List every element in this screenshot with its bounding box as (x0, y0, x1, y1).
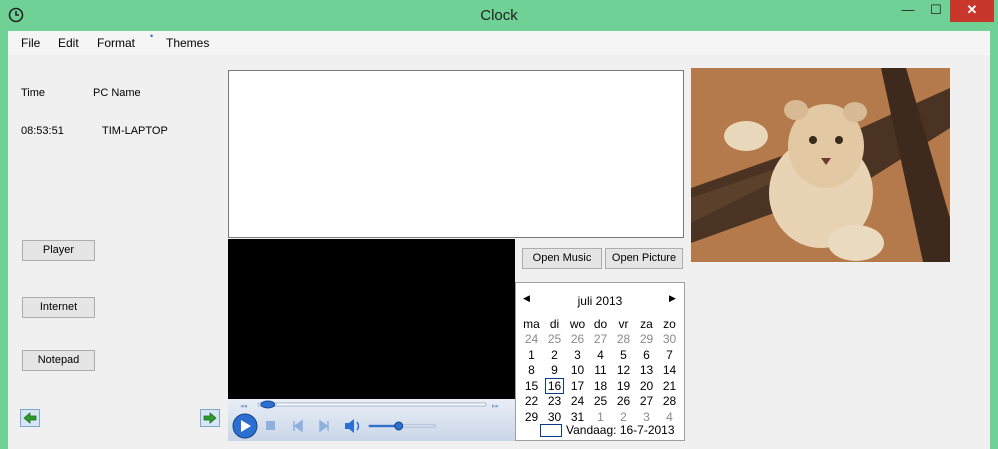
calendar-day[interactable]: 25 (589, 394, 612, 410)
calendar-day[interactable]: 14 (658, 363, 681, 379)
menu-format[interactable]: Format (97, 36, 135, 50)
seek-thumb[interactable] (260, 400, 276, 409)
calendar-day[interactable]: 9 (543, 363, 566, 379)
calendar-day[interactable]: 10 (566, 363, 589, 379)
time-value: 08:53:51 (21, 125, 64, 137)
calendar-day[interactable]: 26 (612, 394, 635, 410)
calendar-day[interactable]: 19 (612, 378, 635, 394)
month-calendar[interactable]: ◀ juli 2013 ▶ ma di wo do vr za zo 24 25 26 27 28 2… (515, 282, 685, 441)
menu-edit[interactable]: Edit (58, 36, 79, 50)
client-area: File Edit Format • Themes Time PC Name 0… (8, 31, 990, 449)
open-music-button[interactable]: Open Music (522, 248, 602, 269)
weekday-2: wo (569, 316, 586, 331)
calendar-week-row: 1234567 (520, 347, 681, 363)
calendar-week-row: 8 9 10 11 12 13 14 (520, 363, 681, 379)
calendar-day[interactable]: 24 (520, 332, 543, 348)
calendar-day[interactable]: 26 (566, 332, 589, 348)
weekday-1: di (549, 316, 560, 331)
window-title: Clock (480, 7, 518, 24)
rewind-icon[interactable]: ◂◂ (240, 403, 248, 410)
calendar-day[interactable]: 29 (635, 332, 658, 348)
arrow-left-icon (23, 412, 37, 424)
calendar-day[interactable]: 22 (520, 394, 543, 410)
calendar-today-label: Vandaag: 16-7-2013 (566, 423, 675, 437)
back-button[interactable] (20, 409, 40, 427)
internet-button[interactable]: Internet (22, 297, 95, 318)
weekday-6: zo (663, 316, 676, 331)
calendar-day[interactable]: 20 (635, 378, 658, 394)
menu-themes[interactable]: Themes (166, 36, 209, 50)
calendar-day[interactable]: 21 (658, 378, 681, 394)
calendar-day[interactable]: 15 (520, 378, 543, 394)
calendar-day[interactable]: 17 (566, 378, 589, 394)
menu-separator-dot: • (150, 31, 154, 41)
calendar-day[interactable]: 11 (589, 363, 612, 379)
close-button[interactable]: ✕ (950, 0, 994, 22)
media-controls-svg: ◂◂ ▸▸ (232, 400, 500, 439)
seek-bar[interactable] (257, 402, 487, 407)
next-month-icon[interactable]: ▶ (669, 293, 676, 304)
calendar-day[interactable]: 12 (612, 363, 635, 379)
maximize-button[interactable]: ☐ (924, 0, 948, 22)
minimize-button[interactable]: — (896, 0, 920, 22)
pc-name-header: PC Name (93, 87, 141, 99)
lion-cub-picture (691, 68, 950, 262)
next-icon[interactable] (319, 419, 329, 433)
fast-forward-icon[interactable]: ▸▸ (492, 403, 500, 410)
calendar-day[interactable]: 4 (589, 347, 612, 363)
calendar-day[interactable]: 18 (589, 378, 612, 394)
calendar-day[interactable]: 1 (520, 347, 543, 363)
video-area[interactable] (228, 239, 515, 399)
notepad-textarea[interactable] (228, 70, 684, 238)
calendar-week-row: 15 16 17 18 19 20 21 (520, 377, 681, 394)
calendar-today-link[interactable]: Vandaag: 16-7-2013 (540, 423, 675, 438)
weekday-4: vr (618, 316, 629, 331)
weekday-5: za (640, 316, 653, 331)
volume-wave-icon (356, 421, 360, 431)
forward-button[interactable] (200, 409, 220, 427)
calendar-day[interactable]: 6 (635, 347, 658, 363)
open-picture-button[interactable]: Open Picture (605, 248, 683, 269)
calendar-day[interactable]: 5 (612, 347, 635, 363)
player-button[interactable]: Player (22, 240, 95, 261)
calendar-grid: ma di wo do vr za zo 24 25 26 27 28 29 30 1 2 3 4 5 6 7 8 9 10… (520, 316, 681, 425)
calendar-day[interactable]: 8 (520, 363, 543, 379)
calendar-day[interactable]: 2 (543, 347, 566, 363)
weekday-0: ma (523, 316, 540, 331)
calendar-day[interactable]: 25 (543, 332, 566, 348)
calendar-day[interactable]: 23 (543, 394, 566, 410)
stop-icon[interactable] (266, 421, 275, 430)
today-marker-icon (540, 424, 562, 438)
calendar-day[interactable]: 16 (543, 377, 566, 394)
time-header: Time (21, 87, 46, 99)
calendar-day[interactable]: 27 (635, 394, 658, 410)
calendar-day[interactable]: 30 (658, 332, 681, 348)
calendar-week-row: 24 25 26 27 28 29 30 (520, 332, 681, 348)
selected-day[interactable]: 16 (544, 377, 565, 394)
pc-name-value: TIM-LAPTOP (102, 125, 168, 137)
calendar-day[interactable]: 28 (658, 394, 681, 410)
title-bar: Clock — ☐ ✕ (0, 0, 998, 31)
arrow-right-icon (203, 412, 217, 424)
calendar-month-title[interactable]: juli 2013 (516, 294, 684, 308)
calendar-week-row: 22 23 24 25 26 27 28 (520, 394, 681, 410)
volume-icon[interactable] (345, 419, 354, 433)
volume-thumb[interactable] (394, 421, 404, 431)
calendar-day[interactable]: 28 (612, 332, 635, 348)
calendar-day[interactable]: 3 (566, 347, 589, 363)
menu-file[interactable]: File (21, 36, 40, 50)
calendar-day[interactable]: 27 (589, 332, 612, 348)
calendar-day[interactable]: 24 (566, 394, 589, 410)
previous-icon[interactable] (293, 419, 303, 433)
calendar-day[interactable]: 7 (658, 347, 681, 363)
media-player-controls: ◂◂ ▸▸ (228, 399, 515, 441)
calendar-day[interactable]: 13 (635, 363, 658, 379)
weekday-header-row: ma di wo do vr za zo (520, 316, 681, 332)
weekday-3: do (593, 316, 608, 331)
notepad-button[interactable]: Notepad (22, 350, 95, 371)
menu-bar: File Edit Format • Themes (8, 31, 990, 55)
